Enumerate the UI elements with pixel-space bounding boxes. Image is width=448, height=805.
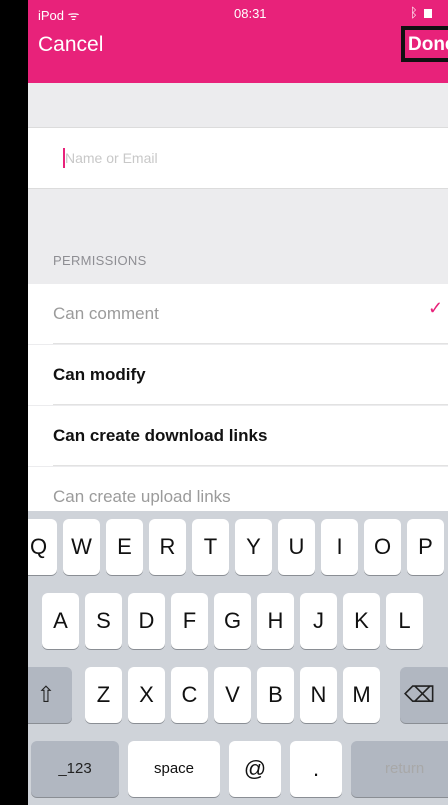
key-s[interactable]: S <box>85 593 122 649</box>
permission-label: Can comment <box>53 304 159 323</box>
key-n[interactable]: N <box>300 667 337 723</box>
key-x[interactable]: X <box>128 667 165 723</box>
nav-header: iPod ᯤ 08:31 ᛒ Cancel Done <box>28 0 448 83</box>
permission-row-can-modify[interactable]: Can modify <box>28 345 448 405</box>
key-b[interactable]: B <box>257 667 294 723</box>
key-t[interactable]: T <box>192 519 229 575</box>
permission-label: Can modify <box>53 365 146 384</box>
carrier-label: iPod ᯤ <box>38 8 80 23</box>
key-m[interactable]: M <box>343 667 380 723</box>
key-a[interactable]: A <box>42 593 79 649</box>
permission-label: Can create upload links <box>53 487 231 506</box>
key-e[interactable]: E <box>106 519 143 575</box>
key-o[interactable]: O <box>364 519 401 575</box>
key-z[interactable]: Z <box>85 667 122 723</box>
space-key[interactable]: space <box>128 741 220 797</box>
row-divider <box>53 404 448 405</box>
row-divider <box>53 343 448 344</box>
permissions-section-header: PERMISSIONS <box>53 253 147 268</box>
key-w[interactable]: W <box>63 519 100 575</box>
at-key[interactable]: @ <box>229 741 281 797</box>
key-h[interactable]: H <box>257 593 294 649</box>
key-i[interactable]: I <box>321 519 358 575</box>
recipient-input[interactable] <box>65 143 385 173</box>
key-v[interactable]: V <box>214 667 251 723</box>
delete-key[interactable]: ⌫ <box>400 667 448 723</box>
key-f[interactable]: F <box>171 593 208 649</box>
bluetooth-icon: ᛒ <box>410 5 418 20</box>
recipient-field-row <box>28 127 448 189</box>
key-r[interactable]: R <box>149 519 186 575</box>
done-button[interactable]: Done <box>401 26 448 62</box>
return-key[interactable]: return <box>351 741 448 797</box>
row-divider <box>53 465 448 466</box>
dot-key[interactable]: . <box>290 741 342 797</box>
left-black-border <box>0 0 28 805</box>
key-c[interactable]: C <box>171 667 208 723</box>
battery-icon <box>424 9 432 18</box>
key-k[interactable]: K <box>343 593 380 649</box>
key-l[interactable]: L <box>386 593 423 649</box>
keyboard: Q W E R T Y U I O P A S D F G H J K L ⇧ … <box>20 511 448 805</box>
checkmark-icon: ✓ <box>428 298 444 318</box>
key-d[interactable]: D <box>128 593 165 649</box>
numbers-key[interactable]: _123 <box>31 741 119 797</box>
key-y[interactable]: Y <box>235 519 272 575</box>
permission-row-can-comment[interactable]: Can comment ✓ <box>28 284 448 344</box>
status-time: 08:31 <box>234 6 267 21</box>
share-permissions-screen: iPod ᯤ 08:31 ᛒ Cancel Done PERMISSIONS C… <box>0 0 448 805</box>
status-bar: iPod ᯤ 08:31 ᛒ <box>28 0 448 26</box>
permission-row-can-create-download-links[interactable]: Can create download links <box>28 406 448 466</box>
key-g[interactable]: G <box>214 593 251 649</box>
key-j[interactable]: J <box>300 593 337 649</box>
key-p[interactable]: P <box>407 519 444 575</box>
cancel-button[interactable]: Cancel <box>38 33 103 57</box>
permission-label: Can create download links <box>53 426 268 445</box>
key-u[interactable]: U <box>278 519 315 575</box>
